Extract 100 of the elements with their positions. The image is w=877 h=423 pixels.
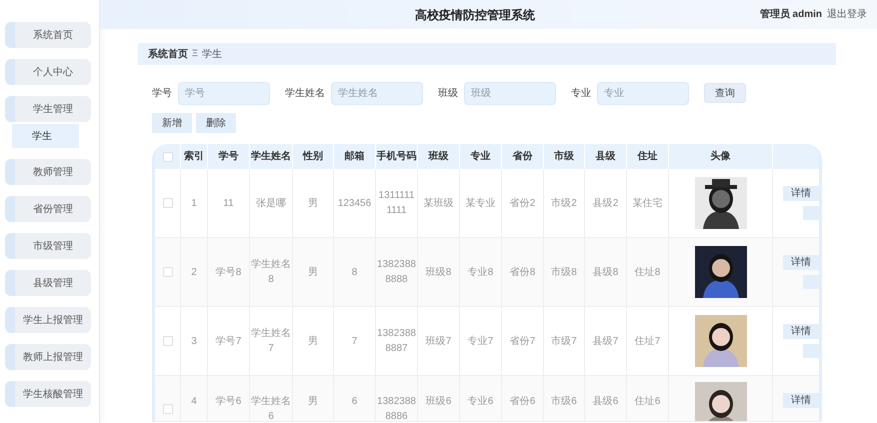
table-cell-text: 县级8 [592,266,618,280]
table-cell-text: 住址8 [634,266,660,280]
table-cell-text: 班级8 [426,266,452,280]
table-cell-text: 省份2 [510,196,536,210]
column-header: 学号 [218,150,238,164]
filter-label: 专业 [571,86,591,100]
table-cell-text: 学生姓名8 [251,258,291,287]
action-button[interactable]: 新增 [152,113,192,133]
table-cell-text: 某班级 [424,196,454,210]
table-cell-text: 男 [308,266,318,280]
checkbox[interactable] [162,267,172,277]
sidebar-item[interactable]: 学生核酸管理 [5,381,91,407]
logout-link[interactable]: 退出登录 [827,7,867,22]
table-cell-text: 学生姓名6 [251,394,291,422]
table-cell-text: 张是哪 [256,196,286,210]
table-cell-text: 县级6 [592,395,618,409]
column-header: 性别 [303,150,323,164]
sidebar-item[interactable]: 教师上报管理 [5,344,91,370]
table-cell-text: 13823888886 [377,395,416,422]
table-cell-text: 县级2 [592,196,618,210]
column-header: 头像 [710,150,730,164]
column-header: 邮箱 [344,150,364,164]
sidebar-item[interactable]: 省份管理 [5,196,91,222]
filter-label: 学号 [152,86,172,100]
sidebar-item[interactable]: 市级管理 [5,233,91,259]
detail-button[interactable]: 详情 [783,255,819,270]
checkbox[interactable] [162,404,172,414]
column-header: 班级 [428,150,448,164]
column-header: 县级 [596,150,616,164]
sidebar-item[interactable]: 教师管理 [5,159,91,185]
table-cell-text: 123456 [338,196,372,210]
table-cell-text: 6 [352,395,358,409]
user-label: 管理员 admin [760,8,822,22]
action-button[interactable] [803,344,819,358]
sidebar-item[interactable]: 县级管理 [5,270,91,296]
action-button[interactable] [803,206,819,220]
table-cell-text: 4 [191,395,197,409]
table-cell-text: 省份6 [510,394,536,409]
column-header: 市级 [554,149,574,164]
table-cell-text: 市级2 [551,196,577,210]
sidebar-item[interactable]: 学生管理 [5,96,91,122]
table-cell-text: 市级8 [551,266,577,280]
table-cell-text: 男 [308,395,318,409]
table-cell-text: 住址7 [634,334,660,348]
table-cell-text: 班级7 [426,334,452,348]
table-cell-text: 市级7 [551,334,577,348]
table-cell-text: 县级7 [592,334,618,348]
submenu-item[interactable]: 学生 [12,124,79,148]
table-cell-text: 11 [223,196,234,210]
column-header: 住址 [638,150,658,164]
sidebar-item[interactable]: 系统首页 [5,22,91,48]
table-cell-text: 8 [352,266,358,280]
table-cell-text: 1 [191,196,197,210]
window-title: 高校疫情防控管理系统 [414,6,535,24]
action-button[interactable]: 删除 [196,113,236,133]
filter-field[interactable]: 学号 [178,82,270,104]
checkbox[interactable] [162,152,172,162]
table-cell-text: 学号7 [216,334,242,348]
checkbox[interactable] [162,198,172,208]
checkbox[interactable] [162,336,172,346]
table-cell-text: 学号8 [216,266,242,280]
table-cell-text: 2 [191,266,197,280]
detail-button[interactable]: 详情 [783,324,819,339]
table-cell-text: 某专业 [466,196,496,210]
table-cell-text: 省份7 [510,334,536,348]
column-header: 学生姓名 [251,150,291,164]
query-button[interactable]: 查询 [704,83,746,103]
table-cell-text: 13823888887 [377,327,416,356]
column-header: 专业 [470,150,490,164]
table-cell-text: 专业7 [468,334,494,348]
table-cell-text: 某住宅 [632,196,662,210]
table-cell-text: 住址6 [634,394,660,409]
table-cell-text: 男 [308,196,318,210]
table-cell-text: 学生姓名7 [251,326,291,356]
filter-field[interactable]: 学生姓名 [331,82,423,104]
table-cell-text: 市级6 [551,394,577,409]
breadcrumb-item[interactable]: 系统首页 [148,46,188,62]
table-cell-text: 专业6 [468,394,494,409]
table-cell-text: 专业8 [468,266,494,280]
table-cell-text: 13823888888 [377,258,416,287]
detail-button[interactable]: 详情 [783,393,819,408]
breadcrumb-item: 学生 [202,48,222,62]
sidebar-item[interactable]: 学生上报管理 [5,307,91,333]
filter-field[interactable]: 班级 [464,82,556,104]
breadcrumb-separator: Ξ [192,47,198,60]
column-header: 手机号码 [376,150,416,164]
table-cell-text: 学号6 [216,395,242,409]
filter-label: 班级 [438,86,458,100]
detail-button[interactable]: 详情 [783,186,819,201]
sidebar-item[interactable]: 个人中心 [5,59,91,85]
column-header: 索引 [184,150,204,164]
filter-label: 学生姓名 [285,86,325,100]
filter-field[interactable]: 专业 [597,82,689,104]
column-header: 省份 [512,150,532,164]
table-cell-text: 7 [352,334,358,348]
table-cell-text: 3 [191,334,197,348]
table-cell-text: 男 [308,334,318,348]
table-cell-text: 省份8 [510,266,536,280]
table-cell-text: 13111111111 [378,189,416,218]
table-cell-text: 班级6 [426,394,452,409]
